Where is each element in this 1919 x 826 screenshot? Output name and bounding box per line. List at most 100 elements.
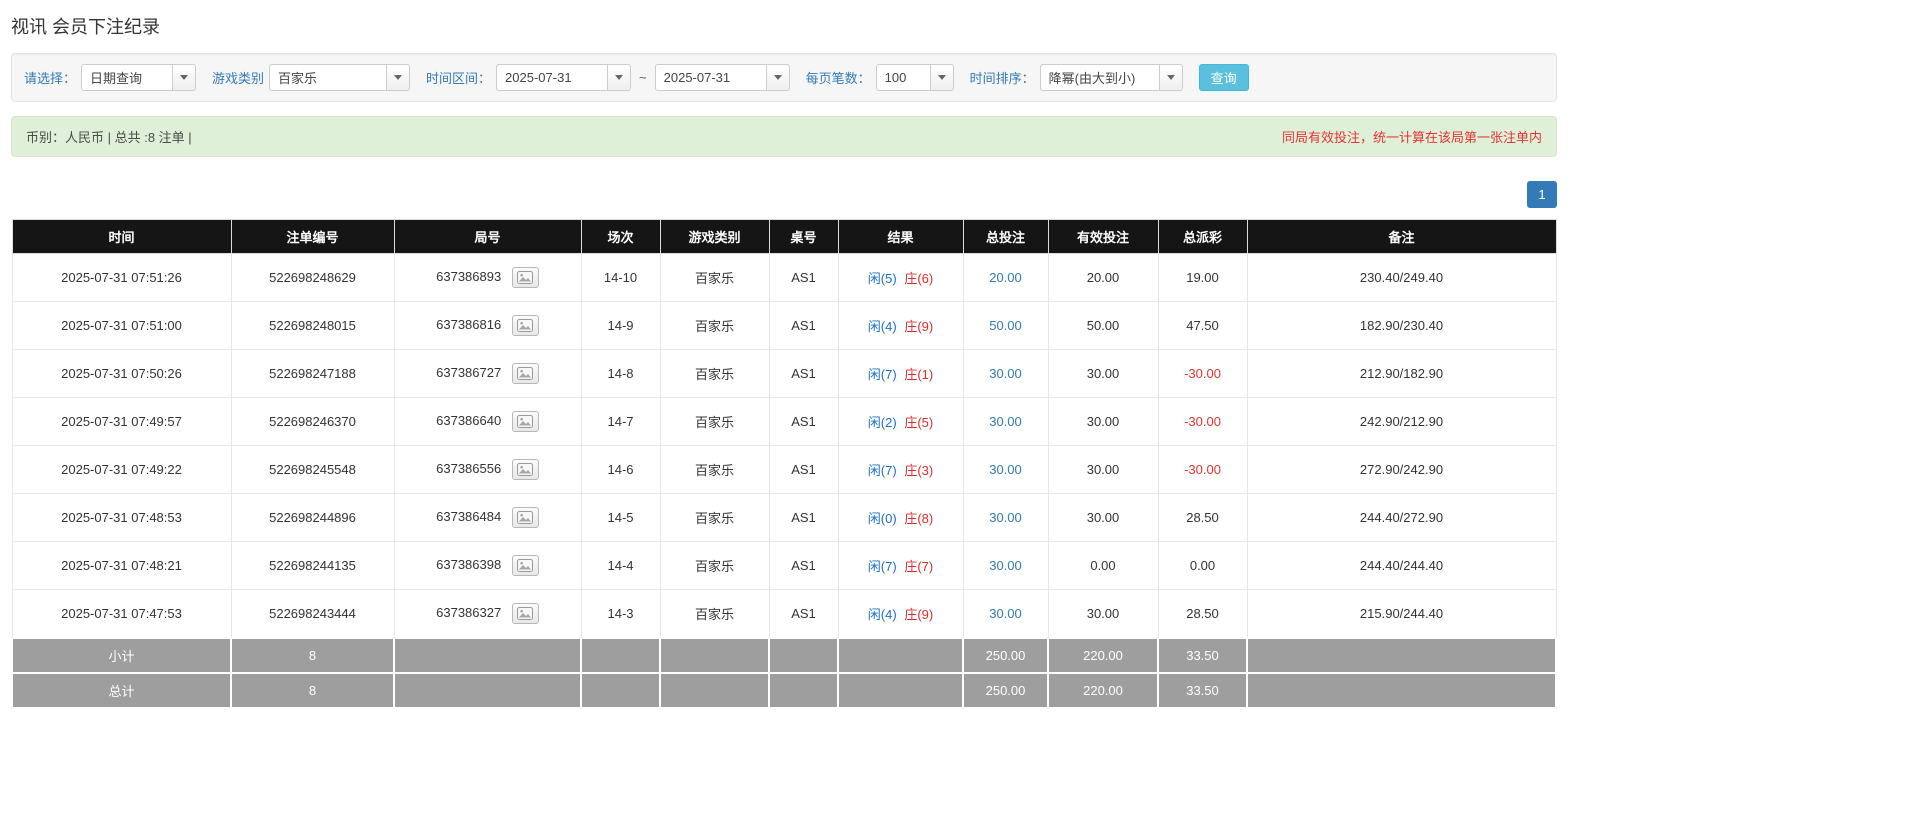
cell-table-no: AS1 xyxy=(768,445,839,494)
cell-time: 2025-07-31 07:49:57 xyxy=(11,397,232,446)
cell-game-type: 百家乐 xyxy=(659,397,770,446)
date-to-input[interactable] xyxy=(654,64,767,91)
cell-round-id: 637386327 xyxy=(393,589,582,639)
total-bet-link[interactable]: 30.00 xyxy=(989,510,1022,525)
sort-dropdown-button[interactable] xyxy=(1158,64,1183,91)
round-result-image-button[interactable] xyxy=(511,603,539,624)
cell-table-no: AS1 xyxy=(768,541,839,590)
result-player: 闲(7) xyxy=(867,367,897,382)
cell-payout: -30.00 xyxy=(1157,445,1248,494)
cell-time: 2025-07-31 07:48:21 xyxy=(11,541,232,590)
cell-time: 2025-07-31 07:47:53 xyxy=(11,589,232,639)
table-row: 2025-07-31 07:47:53 522698243444 6373863… xyxy=(11,589,1557,639)
cell-session: 14-10 xyxy=(580,253,661,302)
total-bet-link[interactable]: 20.00 xyxy=(989,270,1022,285)
search-button[interactable]: 查询 xyxy=(1198,64,1249,91)
date-from-dropdown-button[interactable] xyxy=(607,64,632,91)
total-bet-link[interactable]: 30.00 xyxy=(989,606,1022,621)
cell-note: 230.40/249.40 xyxy=(1246,253,1557,302)
empty-cell xyxy=(1246,637,1557,674)
game-type-input[interactable] xyxy=(269,64,388,91)
table-header-row: 时间 注单编号 局号 场次 游戏类别 桌号 结果 总投注 有效投注 总派彩 备注 xyxy=(11,219,1557,254)
cell-time: 2025-07-31 07:50:26 xyxy=(11,349,232,398)
result-banker: 庄(5) xyxy=(904,415,934,430)
result-player: 闲(2) xyxy=(867,415,897,430)
filter-group-time-range: 时间区间： ~ xyxy=(426,64,790,91)
picture-icon xyxy=(517,559,534,572)
summary-bar: 币别：人民币 | 总共 :8 注单 | 同局有效投注，统一计算在该局第一张注单内 xyxy=(11,116,1557,157)
table-row: 2025-07-31 07:49:22 522698245548 6373865… xyxy=(11,445,1557,494)
cell-table-no: AS1 xyxy=(768,301,839,350)
total-bet-link[interactable]: 50.00 xyxy=(989,318,1022,333)
table-row: 2025-07-31 07:48:21 522698244135 6373863… xyxy=(11,541,1557,590)
cell-table-no: AS1 xyxy=(768,493,839,542)
cell-bet-id: 522698248629 xyxy=(230,253,395,302)
page-size-input[interactable] xyxy=(875,64,931,91)
empty-cell xyxy=(580,672,661,709)
col-header-note: 备注 xyxy=(1246,219,1557,254)
table-row: 2025-07-31 07:49:57 522698246370 6373866… xyxy=(11,397,1557,446)
cell-game-type: 百家乐 xyxy=(659,349,770,398)
round-id-text: 637386556 xyxy=(436,460,502,476)
col-header-time: 时间 xyxy=(11,219,232,254)
col-header-round-id: 局号 xyxy=(393,219,582,254)
chevron-down-icon xyxy=(180,75,189,80)
total-bet-link[interactable]: 30.00 xyxy=(989,366,1022,381)
date-from-combobox xyxy=(496,64,632,91)
round-result-image-button[interactable] xyxy=(511,411,539,432)
cell-bet-id: 522698247188 xyxy=(230,349,395,398)
cell-round-id: 637386398 xyxy=(393,541,582,590)
cell-round-id: 637386484 xyxy=(393,493,582,542)
cell-total-bet: 30.00 xyxy=(962,541,1049,590)
date-from-input[interactable] xyxy=(496,64,609,91)
query-type-combobox xyxy=(81,64,197,91)
cell-session: 14-5 xyxy=(580,493,661,542)
game-type-label: 游戏类别 xyxy=(212,71,265,86)
cell-payout: -30.00 xyxy=(1157,349,1248,398)
time-range-label: 时间区间： xyxy=(426,71,492,86)
empty-cell xyxy=(768,672,839,709)
round-id-text: 637386398 xyxy=(436,556,502,572)
picture-icon xyxy=(517,511,534,524)
round-result-image-button[interactable] xyxy=(511,555,539,576)
page-button-1[interactable]: 1 xyxy=(1527,181,1557,208)
round-result-image-button[interactable] xyxy=(511,459,539,480)
table-body: 2025-07-31 07:51:26 522698248629 6373868… xyxy=(11,253,1557,639)
result-banker: 庄(1) xyxy=(904,367,934,382)
query-type-input[interactable] xyxy=(81,64,174,91)
cell-round-id: 637386816 xyxy=(393,301,582,350)
total-count: 8 xyxy=(230,672,395,709)
page-size-dropdown-button[interactable] xyxy=(929,64,954,91)
cell-result: 闲(5) 庄(6) xyxy=(837,253,964,302)
cell-payout: 28.50 xyxy=(1157,589,1248,639)
total-bet-link[interactable]: 30.00 xyxy=(989,414,1022,429)
chevron-down-icon xyxy=(937,75,946,80)
date-to-dropdown-button[interactable] xyxy=(765,64,790,91)
result-player: 闲(4) xyxy=(867,319,897,334)
round-result-image-button[interactable] xyxy=(511,507,539,528)
chevron-down-icon xyxy=(394,75,403,80)
picture-icon xyxy=(517,607,534,620)
round-result-image-button[interactable] xyxy=(511,315,539,336)
result-player: 闲(5) xyxy=(867,271,897,286)
cell-total-bet: 30.00 xyxy=(962,445,1049,494)
total-total-bet: 250.00 xyxy=(962,672,1049,709)
sort-input[interactable] xyxy=(1039,64,1160,91)
game-type-dropdown-button[interactable] xyxy=(386,64,411,91)
total-bet-link[interactable]: 30.00 xyxy=(989,462,1022,477)
round-result-image-button[interactable] xyxy=(511,363,539,384)
round-result-image-button[interactable] xyxy=(511,267,539,288)
query-type-dropdown-button[interactable] xyxy=(172,64,197,91)
subtotal-payout: 33.50 xyxy=(1157,637,1248,674)
cell-payout: 47.50 xyxy=(1157,301,1248,350)
cell-session: 14-9 xyxy=(580,301,661,350)
round-id-text: 637386327 xyxy=(436,604,502,620)
picture-icon xyxy=(517,271,534,284)
cell-note: 244.40/244.40 xyxy=(1246,541,1557,590)
round-id-text: 637386484 xyxy=(436,508,502,524)
total-bet-link[interactable]: 30.00 xyxy=(989,558,1022,573)
cell-note: 182.90/230.40 xyxy=(1246,301,1557,350)
cell-game-type: 百家乐 xyxy=(659,301,770,350)
cell-session: 14-6 xyxy=(580,445,661,494)
pagination: 1 xyxy=(11,181,1557,208)
